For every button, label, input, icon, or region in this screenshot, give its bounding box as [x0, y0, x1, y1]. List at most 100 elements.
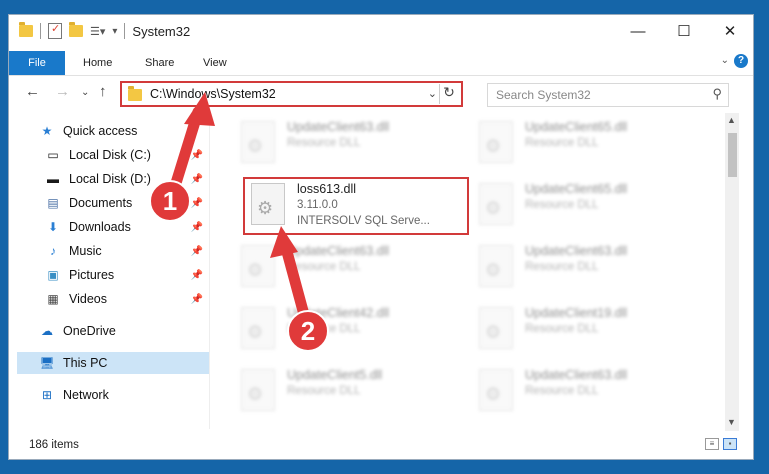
pin-icon[interactable]: 📌	[191, 150, 203, 161]
navigation-bar: ← → ⌄ ↑ C:\Windows\System32 ⌄ ↻ Search S…	[9, 79, 753, 109]
sidebar-item-label: OneDrive	[63, 324, 116, 338]
network-icon: ⊞	[41, 388, 53, 402]
details-view-icon[interactable]: ≡	[705, 438, 719, 450]
sidebar-item-this-pc[interactable]: 🖥 This PC	[17, 352, 209, 374]
dll-file-icon	[241, 307, 275, 349]
search-icon: ⚲	[712, 86, 722, 101]
drive-icon: ▭	[47, 148, 59, 162]
divider	[40, 23, 41, 39]
sidebar-item-local-disk-c[interactable]: ▭ Local Disk (C:) 📌	[45, 144, 209, 166]
new-folder-icon[interactable]	[69, 22, 83, 37]
file-name: UpdateClient63.dll	[287, 244, 390, 258]
pin-icon[interactable]: 📌	[191, 198, 203, 209]
chevron-down-icon[interactable]: ▾	[112, 26, 117, 37]
list-item[interactable]: UpdateClient42.dll Resource DLL	[233, 303, 453, 355]
drive-icon: ▬	[47, 172, 59, 186]
computer-icon: 🖥	[39, 356, 55, 370]
sidebar-item-downloads[interactable]: ⬇ Downloads 📌	[45, 216, 209, 238]
sidebar-item-label: Documents	[69, 196, 133, 210]
tab-share[interactable]: Share	[133, 51, 186, 75]
tab-file[interactable]: File	[9, 51, 65, 75]
file-name: UpdateClient63.dll	[525, 244, 628, 258]
sidebar-item-pictures[interactable]: ▣ Pictures 📌	[45, 264, 209, 286]
list-item[interactable]: UpdateClient63.dll Resource DLL	[233, 241, 453, 293]
download-icon: ⬇	[47, 220, 59, 234]
file-name: UpdateClient5.dll	[287, 368, 383, 382]
pin-icon[interactable]: 📌	[191, 270, 203, 281]
refresh-icon[interactable]: ↻	[439, 84, 458, 104]
file-name: UpdateClient65.dll	[525, 120, 628, 134]
status-bar: 186 items ≡ ▪	[9, 433, 753, 459]
tab-view[interactable]: View	[191, 51, 239, 75]
customize-toolbar-icon[interactable]: ☰▾	[90, 25, 105, 38]
file-name: UpdateClient63.dll	[525, 368, 628, 382]
scroll-up-icon[interactable]: ▲	[727, 115, 736, 125]
item-count: 186 items	[29, 439, 79, 451]
step-badge-2: 2	[300, 316, 316, 346]
list-item[interactable]: UpdateClient5.dll Resource DLL	[233, 365, 453, 417]
sidebar-item-label: Pictures	[69, 268, 115, 282]
list-item[interactable]: UpdateClient65.dll Resource DLL	[471, 117, 691, 169]
search-placeholder: Search System32	[496, 88, 591, 102]
maximize-button[interactable]: ☐	[661, 15, 707, 47]
scrollbar-thumb[interactable]	[728, 133, 737, 177]
large-icons-view-icon[interactable]: ▪	[723, 438, 737, 450]
file-description: Resource DLL	[525, 261, 599, 273]
tab-home[interactable]: Home	[71, 51, 124, 75]
dll-file-icon	[479, 245, 513, 287]
divider	[209, 113, 210, 429]
window-title: System32	[132, 23, 191, 39]
minimize-icon: —	[630, 22, 646, 40]
recent-locations-icon[interactable]: ⌄	[81, 87, 89, 98]
address-bar[interactable]: C:\Windows\System32 ⌄ ↻	[120, 81, 463, 107]
pin-icon[interactable]: 📌	[191, 222, 203, 233]
pin-icon[interactable]: 📌	[191, 294, 203, 305]
pin-icon[interactable]: 📌	[191, 246, 203, 257]
forward-arrow-icon[interactable]: →	[55, 83, 70, 100]
dll-file-icon	[479, 183, 513, 225]
file-description: Resource DLL	[525, 137, 599, 149]
sidebar-item-local-disk-d[interactable]: ▬ Local Disk (D:) 📌	[45, 168, 209, 190]
music-icon: ♪	[50, 244, 56, 258]
sidebar-item-music[interactable]: ♪ Music 📌	[45, 240, 209, 262]
expand-ribbon-icon[interactable]: ⌄	[721, 55, 729, 66]
list-item[interactable]: UpdateClient63.dll Resource DLL	[233, 117, 453, 169]
search-input[interactable]: Search System32 ⚲	[487, 83, 729, 107]
ribbon: File Home Share View ⌄ ?	[9, 51, 753, 76]
list-item[interactable]: UpdateClient19.dll Resource DLL	[471, 303, 691, 355]
file-name: UpdateClient19.dll	[525, 306, 628, 320]
sidebar-item-label: Downloads	[69, 220, 131, 234]
sidebar-item-documents[interactable]: ▤ Documents 📌	[45, 192, 209, 214]
dll-file-icon	[241, 245, 275, 287]
videos-icon: ▦	[47, 292, 59, 306]
close-button[interactable]: ✕	[707, 15, 753, 47]
file-name: UpdateClient65.dll	[525, 182, 628, 196]
scroll-down-icon[interactable]: ▼	[727, 417, 736, 427]
address-path: C:\Windows\System32	[150, 87, 276, 101]
chevron-down-icon[interactable]: ⌄	[428, 87, 437, 100]
sidebar-item-label: Local Disk (D:)	[69, 172, 151, 186]
list-item[interactable]: UpdateClient63.dll Resource DLL	[471, 365, 691, 417]
minimize-button[interactable]: —	[615, 15, 661, 47]
list-item[interactable]: UpdateClient63.dll Resource DLL	[471, 241, 691, 293]
dll-file-icon	[241, 121, 275, 163]
list-item[interactable]: UpdateClient65.dll Resource DLL	[471, 179, 691, 231]
dll-file-icon	[241, 369, 275, 411]
help-icon[interactable]: ?	[734, 54, 748, 68]
sidebar-item-label: Quick access	[63, 124, 138, 138]
vertical-scrollbar[interactable]: ▲ ▼	[725, 113, 739, 431]
up-arrow-icon[interactable]: ↑	[99, 83, 107, 100]
close-icon: ✕	[723, 23, 737, 40]
sidebar-item-videos[interactable]: ▦ Videos 📌	[45, 288, 209, 310]
maximize-icon: ☐	[677, 23, 691, 40]
navigation-pane: ★ Quick access ▭ Local Disk (C:) 📌 ▬ Loc…	[9, 113, 210, 429]
back-arrow-icon[interactable]: ←	[25, 83, 40, 100]
sidebar-item-label: Network	[63, 388, 109, 402]
highlight-box	[243, 177, 469, 235]
sidebar-item-label: Music	[69, 244, 102, 258]
pin-icon[interactable]: 📌	[191, 174, 203, 185]
dll-file-icon	[479, 369, 513, 411]
properties-icon[interactable]	[48, 22, 62, 39]
file-name: UpdateClient63.dll	[287, 120, 390, 134]
documents-icon: ▤	[47, 196, 59, 210]
